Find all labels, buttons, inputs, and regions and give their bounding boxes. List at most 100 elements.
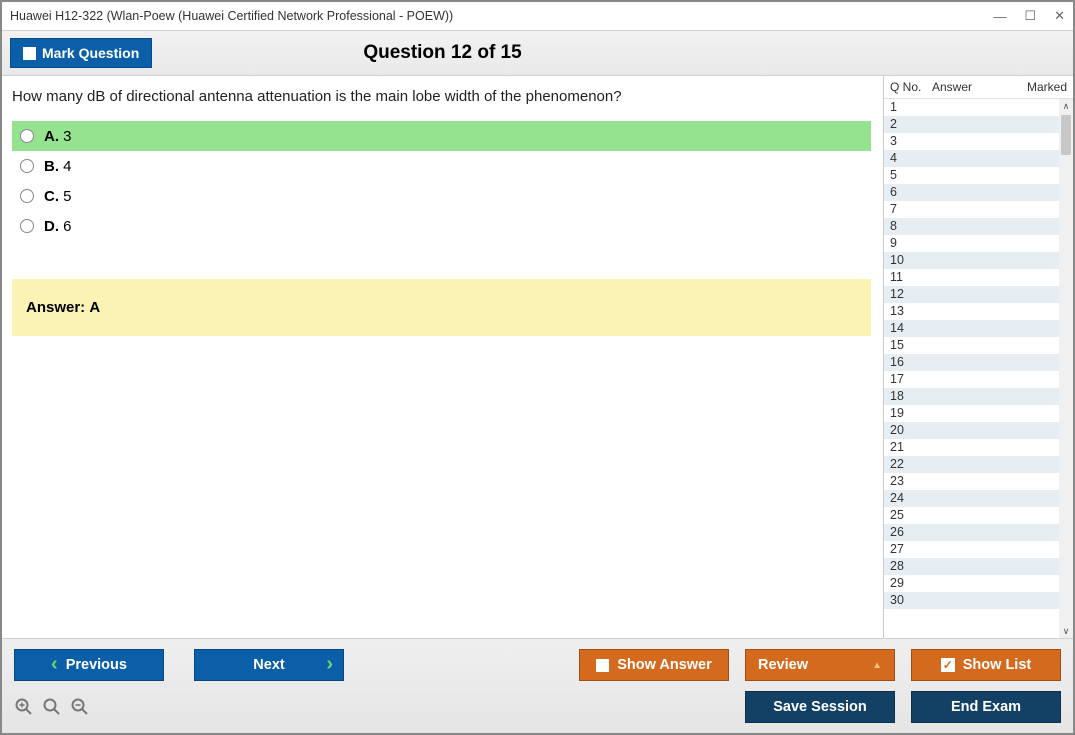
footer: Previous Next Show Answer Review ▲ ✓ Sho… [2,638,1073,733]
list-item[interactable]: 11 [884,269,1059,286]
question-list-header: Q No. Answer Marked [884,76,1073,99]
list-item[interactable]: 10 [884,252,1059,269]
radio-icon [20,189,34,203]
checkbox-icon [596,659,609,672]
list-item[interactable]: 3 [884,133,1059,150]
list-item[interactable]: 9 [884,235,1059,252]
col-qno: Q No. [890,80,932,94]
list-item[interactable]: 8 [884,218,1059,235]
window-controls: — ☐ ✕ [993,8,1065,24]
list-item[interactable]: 1 [884,99,1059,116]
answer-label: Answer: [26,299,85,316]
previous-button[interactable]: Previous [14,649,164,681]
mark-question-label: Mark Question [42,45,139,61]
window-title: Huawei H12-322 (Wlan-Poew (Huawei Certif… [10,9,453,23]
previous-label: Previous [66,657,127,673]
next-button[interactable]: Next [194,649,344,681]
radio-icon [20,129,34,143]
zoom-out-icon[interactable] [70,697,90,717]
question-list: 1234567891011121314151617181920212223242… [884,99,1059,638]
option-letter: B. [44,158,59,175]
list-item[interactable]: 14 [884,320,1059,337]
header-bar: Mark Question Question 12 of 15 [2,30,1073,76]
question-text: How many dB of directional antenna atten… [12,88,871,105]
mark-question-button[interactable]: Mark Question [10,38,152,68]
option-text: 3 [63,128,71,145]
list-item[interactable]: 23 [884,473,1059,490]
answer-box: Answer: A [12,279,871,336]
zoom-in-icon[interactable] [42,697,62,717]
scrollbar[interactable]: ∧ ∨ [1059,99,1073,638]
option-text: 4 [63,158,71,175]
scroll-down-icon[interactable]: ∨ [1059,624,1073,638]
list-item[interactable]: 19 [884,405,1059,422]
list-item[interactable]: 5 [884,167,1059,184]
list-item[interactable]: 26 [884,524,1059,541]
content-area: How many dB of directional antenna atten… [2,76,1073,638]
list-item[interactable]: 17 [884,371,1059,388]
end-exam-button[interactable]: End Exam [911,691,1061,723]
question-pane: How many dB of directional antenna atten… [2,76,883,638]
radio-icon [20,159,34,173]
list-item[interactable]: 24 [884,490,1059,507]
question-list-panel: Q No. Answer Marked 12345678910111213141… [883,76,1073,638]
footer-row-2: Save Session End Exam [14,691,1061,723]
footer-row-1: Previous Next Show Answer Review ▲ ✓ Sho… [14,649,1061,681]
scroll-thumb[interactable] [1061,115,1071,155]
save-session-label: Save Session [773,699,867,715]
col-answer: Answer [932,80,1015,94]
review-button[interactable]: Review ▲ [745,649,895,681]
option-C[interactable]: C. 5 [12,181,871,211]
checkmark-icon: ✓ [941,658,955,672]
list-item[interactable]: 16 [884,354,1059,371]
next-label: Next [253,657,284,673]
list-item[interactable]: 28 [884,558,1059,575]
close-icon[interactable]: ✕ [1054,8,1065,24]
option-A[interactable]: A. 3 [12,121,871,151]
option-B[interactable]: B. 4 [12,151,871,181]
list-item[interactable]: 20 [884,422,1059,439]
list-item[interactable]: 22 [884,456,1059,473]
answer-value: A [89,299,100,316]
list-item[interactable]: 30 [884,592,1059,609]
option-D[interactable]: D. 6 [12,211,871,241]
list-item[interactable]: 29 [884,575,1059,592]
checkbox-icon [23,47,36,60]
zoom-reset-icon[interactable] [14,697,34,717]
zoom-controls [14,697,90,717]
list-item[interactable]: 18 [884,388,1059,405]
chevron-left-icon [51,657,58,673]
list-item[interactable]: 7 [884,201,1059,218]
list-item[interactable]: 25 [884,507,1059,524]
option-text: 6 [63,218,71,235]
question-list-body: 1234567891011121314151617181920212223242… [884,99,1073,638]
show-list-button[interactable]: ✓ Show List [911,649,1061,681]
chevron-right-icon [326,657,333,673]
list-item[interactable]: 4 [884,150,1059,167]
option-letter: A. [44,128,59,145]
col-marked: Marked [1015,80,1067,94]
option-letter: D. [44,218,59,235]
show-answer-button[interactable]: Show Answer [579,649,729,681]
save-session-button[interactable]: Save Session [745,691,895,723]
minimize-icon[interactable]: — [993,9,1006,24]
show-answer-label: Show Answer [617,657,712,673]
maximize-icon[interactable]: ☐ [1024,8,1036,24]
app-window: Huawei H12-322 (Wlan-Poew (Huawei Certif… [0,0,1075,735]
title-bar: Huawei H12-322 (Wlan-Poew (Huawei Certif… [2,2,1073,30]
list-item[interactable]: 12 [884,286,1059,303]
radio-icon [20,219,34,233]
scroll-up-icon[interactable]: ∧ [1059,99,1073,113]
list-item[interactable]: 27 [884,541,1059,558]
list-item[interactable]: 15 [884,337,1059,354]
list-item[interactable]: 6 [884,184,1059,201]
review-label: Review [758,657,808,673]
option-letter: C. [44,188,59,205]
list-item[interactable]: 13 [884,303,1059,320]
option-text: 5 [63,188,71,205]
list-item[interactable]: 21 [884,439,1059,456]
caret-down-icon: ▲ [872,660,882,671]
list-item[interactable]: 2 [884,116,1059,133]
end-exam-label: End Exam [951,699,1021,715]
show-list-label: Show List [963,657,1031,673]
